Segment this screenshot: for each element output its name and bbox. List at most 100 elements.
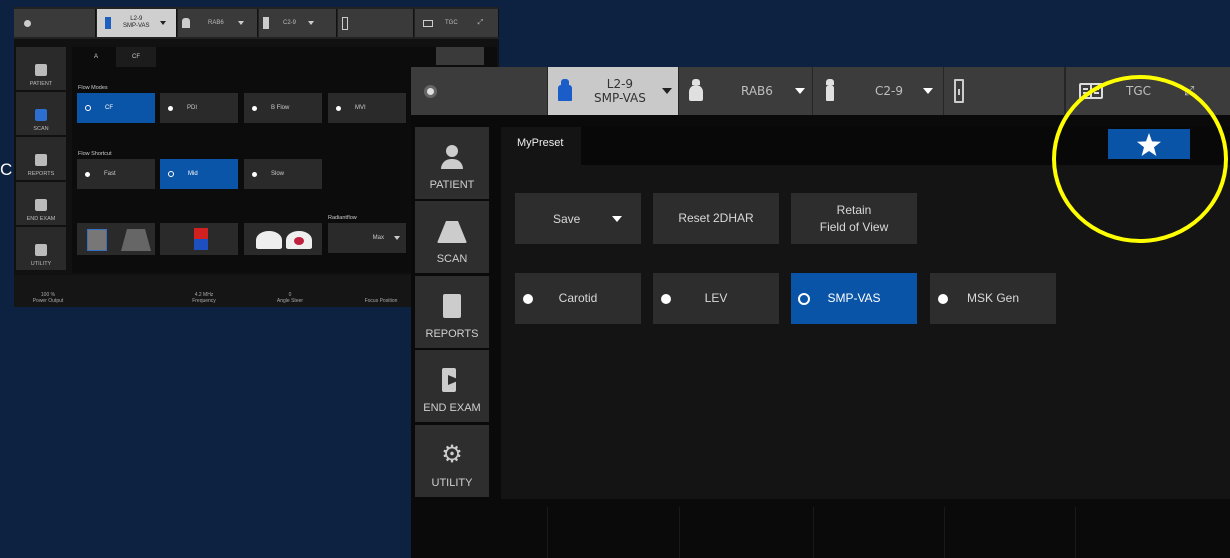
bg-flow-mode-mvi[interactable]: MVI bbox=[328, 93, 406, 123]
chevron-down-icon bbox=[661, 88, 672, 94]
sidebar-label: SCAN bbox=[436, 253, 468, 265]
sidebar-item-utility[interactable]: ⚙ UTILITY bbox=[415, 425, 489, 497]
volume-probe-icon bbox=[689, 79, 703, 103]
sidebar-item-scan[interactable]: SCAN bbox=[415, 201, 489, 273]
chevron-down-icon bbox=[922, 88, 933, 94]
bg-probe-l29[interactable]: L2-9 SMP-VAS bbox=[97, 9, 177, 37]
bg-probe-rab6[interactable]: RAB6 bbox=[178, 9, 258, 37]
utility-icon bbox=[35, 244, 47, 256]
bg-angle-steer-label: Angle Steer bbox=[276, 298, 304, 304]
retain-field-of-view-button[interactable]: Retain Field of View bbox=[791, 193, 917, 244]
bg-sector-icon bbox=[256, 231, 282, 249]
preset-msk-gen[interactable]: MSK Gen bbox=[930, 273, 1056, 324]
bg-radiantflow-select[interactable]: Max bbox=[328, 223, 406, 253]
sidebar-item-patient[interactable]: PATIENT bbox=[415, 127, 489, 199]
convex-probe-icon bbox=[823, 79, 837, 103]
bg-keyboard-button[interactable] bbox=[436, 47, 484, 65]
bg-shortcut-label: Slow bbox=[271, 171, 285, 177]
preset-lev[interactable]: LEV bbox=[653, 273, 779, 324]
bottom-control-bar bbox=[411, 507, 1230, 558]
bg-flow-display-button[interactable] bbox=[244, 223, 322, 255]
bg-status-cell bbox=[14, 9, 96, 37]
bg-power-output[interactable]: 100 % Power Output bbox=[14, 275, 82, 307]
bg-flow-mode-label: B Flow bbox=[271, 105, 290, 111]
bg-probe-slot[interactable] bbox=[338, 9, 414, 37]
bg-flow-mode-label: MVI bbox=[355, 105, 366, 111]
bg-shortcut-mid[interactable]: Mid bbox=[160, 159, 238, 189]
bg-expand-icon: ⤢ bbox=[477, 19, 484, 26]
preset-label: SMP-VAS bbox=[827, 291, 881, 305]
preset-smp-vas[interactable]: SMP-VAS bbox=[791, 273, 917, 324]
bg-flow-mode-pdi[interactable]: PDI bbox=[160, 93, 238, 123]
bg-sidebar-item-reports[interactable]: REPORTS bbox=[16, 137, 66, 180]
bg-probe-icon bbox=[263, 17, 269, 29]
bg-probe-name: L2-9 bbox=[130, 16, 143, 22]
sidebar: PATIENT SCAN REPORTS END EXAM ⚙ UTILITY bbox=[415, 127, 489, 497]
bg-tab-a[interactable]: A bbox=[76, 47, 116, 67]
bg-sidebar-label: UTILITY bbox=[30, 261, 52, 267]
probe-c2-9-selector[interactable]: C2-9 bbox=[813, 67, 943, 115]
divider bbox=[1075, 507, 1076, 558]
bg-radio-icon bbox=[168, 171, 174, 177]
bg-radio-icon bbox=[336, 105, 341, 111]
chevron-down-icon bbox=[612, 215, 623, 222]
preset-carotid[interactable]: Carotid bbox=[515, 273, 641, 324]
bg-tab-cf[interactable]: CF bbox=[116, 47, 156, 67]
bg-probe-name: RAB6 bbox=[208, 20, 224, 26]
sidebar-label: REPORTS bbox=[425, 328, 479, 340]
bg-color-invert-button[interactable] bbox=[160, 223, 238, 255]
sidebar-label: UTILITY bbox=[431, 477, 473, 489]
bg-sidebar-label: END EXAM bbox=[26, 216, 56, 222]
bg-sidebar-item-scan[interactable]: SCAN bbox=[16, 92, 66, 135]
bg-sidebar-item-end-exam[interactable]: END EXAM bbox=[16, 182, 66, 225]
preset-label: LEV bbox=[704, 291, 728, 305]
tab-mypreset[interactable]: MyPreset bbox=[501, 127, 581, 165]
sidebar-item-end-exam[interactable]: END EXAM bbox=[415, 350, 489, 422]
bg-shortcut-fast[interactable]: Fast bbox=[77, 159, 155, 189]
bg-radio-icon bbox=[252, 171, 257, 177]
probe-name: RAB6 bbox=[741, 84, 773, 98]
bg-power-output-label: Power Output bbox=[32, 298, 64, 304]
status-cell[interactable] bbox=[411, 67, 547, 115]
retain-label-line2: Field of View bbox=[819, 219, 889, 234]
bg-flow-modes-label: Flow Modes bbox=[78, 85, 108, 91]
bg-sidebar: PATIENT SCAN REPORTS END EXAM UTILITY bbox=[14, 47, 68, 273]
bg-flow-shortcut-label: Flow Shortcut bbox=[78, 151, 112, 157]
bg-probe-c29[interactable]: C2-9 bbox=[259, 9, 337, 37]
bg-sidebar-item-patient[interactable]: PATIENT bbox=[16, 47, 66, 90]
bg-shortcut-slow[interactable]: Slow bbox=[244, 159, 322, 189]
bg-color-bar-icon bbox=[194, 228, 208, 250]
bg-probe-label: L2-9 SMP-VAS bbox=[123, 16, 150, 30]
divider bbox=[679, 507, 680, 558]
bg-flow-mode-bflow[interactable]: B Flow bbox=[244, 93, 322, 123]
bg-flow-mode-cf[interactable]: CF bbox=[77, 93, 155, 123]
bg-caret-icon bbox=[308, 21, 315, 25]
bg-angle-steer[interactable]: 0 Angle Steer bbox=[250, 275, 330, 307]
divider bbox=[547, 507, 548, 558]
preset-label: MSK Gen bbox=[966, 291, 1020, 305]
reset-2dhar-button[interactable]: Reset 2DHAR bbox=[653, 193, 779, 244]
yellow-highlight-circle bbox=[1052, 75, 1228, 243]
probe-empty-slot[interactable] bbox=[944, 67, 1064, 115]
save-button[interactable]: Save bbox=[515, 193, 641, 244]
bg-image-mode-button[interactable] bbox=[77, 223, 155, 255]
cut-off-text: C bbox=[0, 160, 13, 179]
bg-frequency-label: Frequency bbox=[192, 298, 216, 304]
bg-sidebar-item-utility[interactable]: UTILITY bbox=[16, 227, 66, 270]
save-label: Save bbox=[553, 211, 581, 226]
chevron-down-icon bbox=[794, 88, 805, 94]
probe-l2-9-selector[interactable]: L2-9 SMP-VAS bbox=[548, 67, 678, 115]
sidebar-item-reports[interactable]: REPORTS bbox=[415, 276, 489, 348]
probe-preset: SMP-VAS bbox=[594, 91, 646, 105]
end-exam-icon bbox=[35, 199, 47, 211]
bg-radiantflow-label: Radiantflow bbox=[328, 215, 357, 221]
bg-sidebar-label: REPORTS bbox=[27, 171, 55, 177]
bg-probe-icon bbox=[342, 16, 348, 30]
bg-tgc-cell[interactable]: TGC ⤢ bbox=[415, 9, 499, 37]
patient-icon bbox=[35, 64, 47, 76]
bg-tgc-label: TGC bbox=[445, 20, 458, 26]
probe-rab6-selector[interactable]: RAB6 bbox=[679, 67, 812, 115]
sidebar-label: END EXAM bbox=[423, 402, 481, 414]
reset-label: Reset 2DHAR bbox=[678, 211, 754, 225]
bg-frequency[interactable]: 4.2 MHz Frequency bbox=[164, 275, 244, 307]
